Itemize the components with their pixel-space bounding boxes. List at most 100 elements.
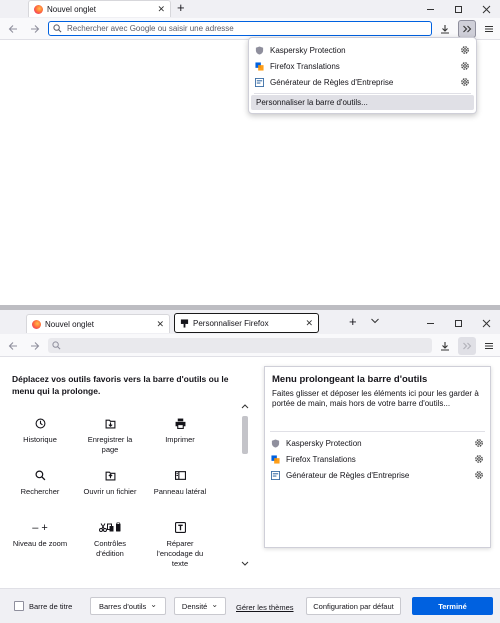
close-tab-icon[interactable]: ✕ <box>156 319 164 330</box>
tool-search[interactable]: Rechercher <box>10 470 70 497</box>
minimize-icon <box>426 8 434 10</box>
double-chevron-icon <box>463 25 472 33</box>
density-dropdown[interactable]: Densité <box>174 597 226 615</box>
kaspersky-shield-icon <box>255 45 264 55</box>
gear-icon <box>475 455 483 463</box>
manage-themes-link[interactable]: Gérer les thèmes <box>236 603 294 612</box>
save-page-icon <box>105 419 115 429</box>
sidebar-icon <box>174 471 186 480</box>
overflow-item-label: Firefox Translations <box>286 454 356 464</box>
tool-open-file[interactable]: Ouvrir un fichier <box>80 470 140 497</box>
tool-history[interactable]: Historique <box>10 418 70 445</box>
translate-icon <box>271 454 280 464</box>
browser-window-top: Nouvel onglet ✕ + Rechercher avec Google… <box>0 0 500 310</box>
minimize-button[interactable] <box>416 314 444 332</box>
minimize-icon <box>426 322 434 324</box>
close-tab-icon[interactable]: ✕ <box>305 318 313 329</box>
tool-zoom[interactable]: – + Niveau de zoom <box>10 522 70 549</box>
tool-edit-controls[interactable]: Contrôles d'édition <box>80 522 140 559</box>
tab-customize-firefox[interactable]: Personnaliser Firefox ✕ <box>174 313 319 333</box>
overflow-item-label: Générateur de Règles d'Entreprise <box>286 470 410 480</box>
tab-new-tab[interactable]: Nouvel onglet ✕ <box>26 314 170 333</box>
tool-text-encoding[interactable]: Réparer l'encodage du texte <box>150 522 210 569</box>
density-label: Densité <box>181 601 208 611</box>
downloads-button[interactable] <box>436 337 454 355</box>
overflow-item-translations[interactable]: Firefox Translations <box>255 59 470 73</box>
hamburger-icon <box>485 342 493 350</box>
forward-button[interactable] <box>26 20 44 38</box>
download-icon <box>441 342 449 351</box>
scrollbar-thumb[interactable] <box>242 416 248 454</box>
back-button[interactable] <box>4 20 22 38</box>
tab-title: Nouvel onglet <box>45 319 94 329</box>
toolbars-label: Barres d'outils <box>99 601 147 611</box>
firefox-icon <box>34 4 43 14</box>
double-chevron-icon <box>463 342 472 350</box>
forward-arrow-icon <box>31 25 40 33</box>
tool-sidebar[interactable]: Panneau latéral <box>150 470 210 497</box>
app-menu-button[interactable] <box>480 337 498 355</box>
text-encoding-icon <box>174 522 186 533</box>
tool-label: Historique <box>23 435 57 444</box>
close-icon <box>482 5 490 13</box>
new-tab-button[interactable]: + <box>349 315 357 329</box>
close-tab-icon[interactable]: ✕ <box>157 4 165 15</box>
download-icon <box>441 25 449 34</box>
overflow-menu-popup: Kaspersky Protection Firefox Translation… <box>248 37 477 114</box>
forward-button[interactable] <box>26 337 44 355</box>
palette-scrollbar[interactable] <box>240 404 250 576</box>
customize-toolbar-item[interactable]: Personnaliser la barre d'outils... <box>251 95 474 110</box>
title-bar-toggle[interactable]: Barre de titre <box>14 601 72 611</box>
overflow-item-policy-generator[interactable]: Générateur de Règles d'Entreprise <box>255 75 470 89</box>
maximize-button[interactable] <box>444 314 472 332</box>
overflow-item-kaspersky[interactable]: Kaspersky Protection <box>255 43 470 57</box>
list-all-tabs-button[interactable] <box>370 316 380 326</box>
tab-new-tab[interactable]: Nouvel onglet ✕ <box>28 0 171 17</box>
back-arrow-icon <box>8 25 17 33</box>
scroll-up-icon <box>241 404 249 409</box>
title-bar-checkbox[interactable] <box>14 601 24 611</box>
edit-controls-icon <box>99 522 121 532</box>
address-bar[interactable] <box>48 338 432 353</box>
overflow-item-kaspersky[interactable]: Kaspersky Protection <box>271 436 484 450</box>
restore-defaults-button[interactable]: Configuration par défaut <box>306 597 401 615</box>
hamburger-icon <box>485 25 493 33</box>
back-arrow-icon <box>8 342 17 350</box>
minimize-button[interactable] <box>416 0 444 18</box>
back-button[interactable] <box>4 337 22 355</box>
nav-bar <box>0 334 500 357</box>
maximize-button[interactable] <box>444 0 472 18</box>
overflow-item-label: Générateur de Règles d'Entreprise <box>270 77 394 87</box>
search-icon <box>53 24 62 33</box>
palette-heading: Déplacez vos outils favoris vers la barr… <box>12 374 229 396</box>
app-menu-button[interactable] <box>480 20 498 38</box>
close-window-button[interactable] <box>472 0 500 18</box>
address-bar[interactable]: Rechercher avec Google ou saisir une adr… <box>48 21 432 36</box>
search-icon <box>34 470 45 481</box>
tool-save-page[interactable]: Enregistrer la page <box>80 418 140 455</box>
overflow-item-policy-generator[interactable]: Générateur de Règles d'Entreprise <box>271 468 484 482</box>
scroll-down-icon <box>241 561 249 566</box>
overflow-chevron-button[interactable] <box>458 337 476 355</box>
tool-label: Panneau latéral <box>153 487 207 496</box>
toolbars-dropdown[interactable]: Barres d'outils <box>90 597 166 615</box>
new-tab-button[interactable]: + <box>177 1 185 15</box>
gear-icon <box>461 46 469 54</box>
title-bar-label: Barre de titre <box>29 601 73 611</box>
downloads-button[interactable] <box>436 20 454 38</box>
overflow-item-label: Firefox Translations <box>270 61 340 71</box>
tool-print[interactable]: Imprimer <box>150 418 210 445</box>
close-icon <box>482 319 490 327</box>
tool-label: Niveau de zoom <box>12 539 68 548</box>
overflow-item-translations[interactable]: Firefox Translations <box>271 452 484 466</box>
overflow-chevron-button[interactable] <box>458 20 476 38</box>
tool-label: Contrôles d'édition <box>93 539 127 558</box>
close-window-button[interactable] <box>472 314 500 332</box>
maximize-icon <box>454 5 462 13</box>
zoom-icon: – + <box>32 522 48 534</box>
gear-icon <box>461 78 469 86</box>
overflow-drop-panel: Menu prolongeant la barre d'outils Faite… <box>264 366 491 548</box>
address-placeholder: Rechercher avec Google ou saisir une adr… <box>67 24 234 33</box>
done-button[interactable]: Terminé <box>412 597 493 615</box>
search-icon <box>52 341 61 350</box>
